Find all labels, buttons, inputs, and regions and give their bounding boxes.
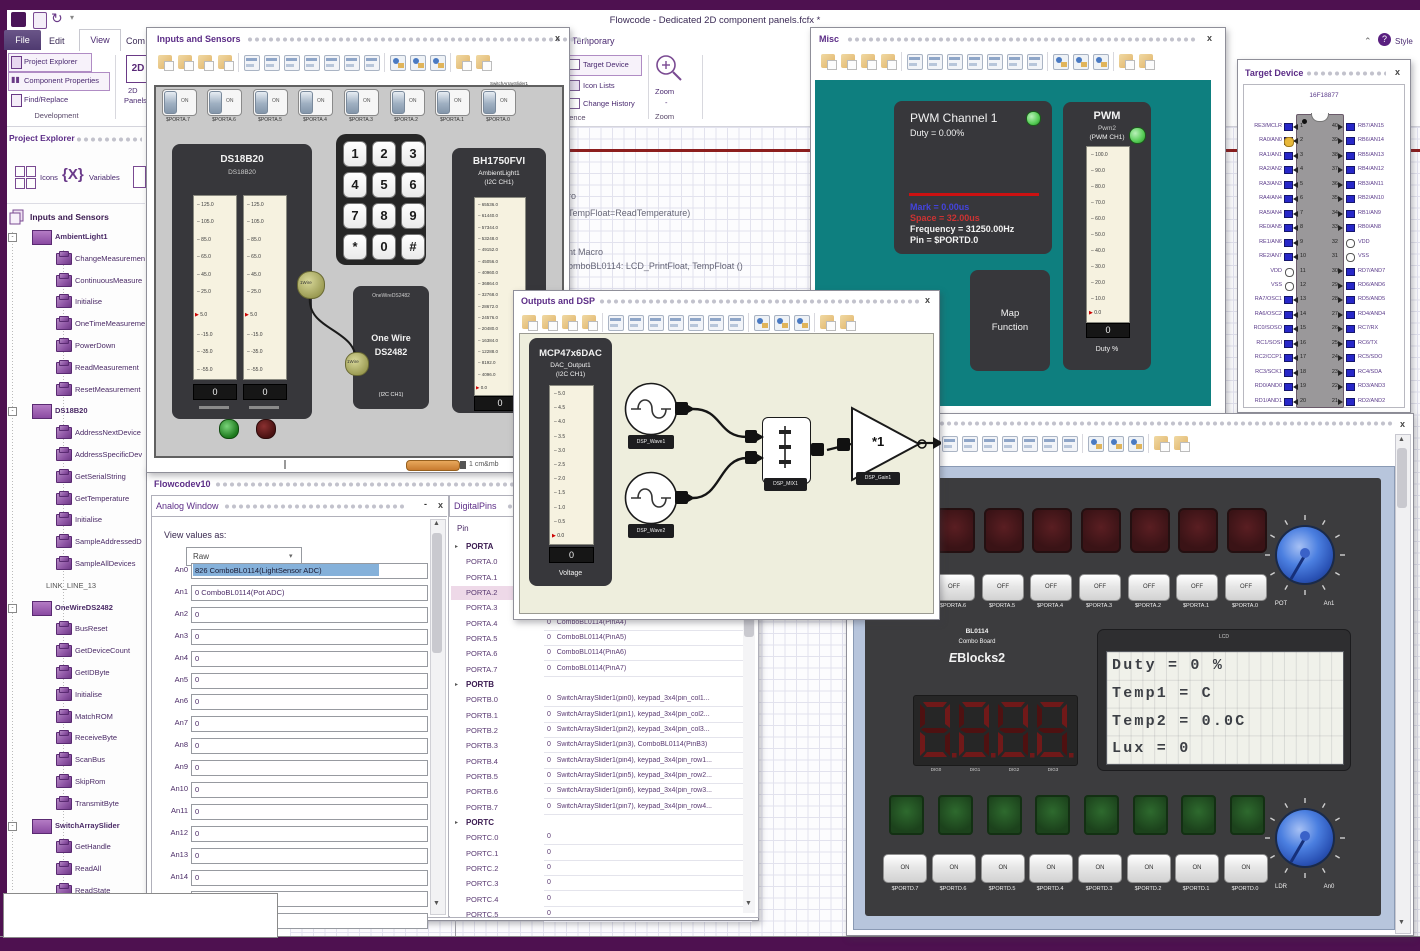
svg-text:*1: *1 xyxy=(872,434,884,449)
